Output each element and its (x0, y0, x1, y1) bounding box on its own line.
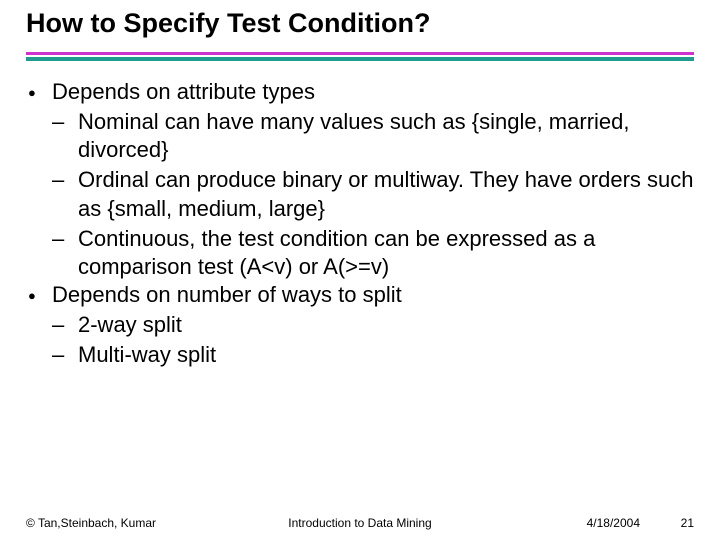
footer-date: 4/18/2004 (587, 516, 640, 530)
rule-teal (26, 57, 694, 61)
content-area: Depends on attribute types Nominal can h… (28, 78, 696, 370)
bullet-text: Nominal can have many values such as {si… (78, 108, 696, 164)
bullet-dash-icon (52, 108, 78, 164)
slide: How to Specify Test Condition? Depends o… (0, 0, 720, 540)
bullet-level2: 2-way split (52, 311, 696, 339)
bullet-level2: Ordinal can produce binary or multiway. … (52, 166, 696, 222)
bullet-level2: Nominal can have many values such as {si… (52, 108, 696, 164)
rule-magenta (26, 52, 694, 55)
bullet-dot-icon (28, 78, 52, 106)
bullet-text: Depends on attribute types (52, 78, 696, 106)
footer: © Tan,Steinbach, Kumar Introduction to D… (0, 508, 720, 530)
bullet-level1: Depends on number of ways to split (28, 281, 696, 309)
bullet-text: 2-way split (78, 311, 696, 339)
bullet-dash-icon (52, 341, 78, 369)
bullet-text: Depends on number of ways to split (52, 281, 696, 309)
bullet-level2: Multi-way split (52, 341, 696, 369)
bullet-dash-icon (52, 225, 78, 281)
bullet-text: Ordinal can produce binary or multiway. … (78, 166, 696, 222)
bullet-level2: Continuous, the test condition can be ex… (52, 225, 696, 281)
bullet-dot-icon (28, 281, 52, 309)
bullet-dash-icon (52, 311, 78, 339)
footer-page-number: 21 (681, 516, 694, 530)
bullet-level1: Depends on attribute types (28, 78, 696, 106)
bullet-text: Multi-way split (78, 341, 696, 369)
bullet-dash-icon (52, 166, 78, 222)
title-rule (26, 52, 694, 61)
bullet-text: Continuous, the test condition can be ex… (78, 225, 696, 281)
slide-title: How to Specify Test Condition? (26, 8, 431, 39)
